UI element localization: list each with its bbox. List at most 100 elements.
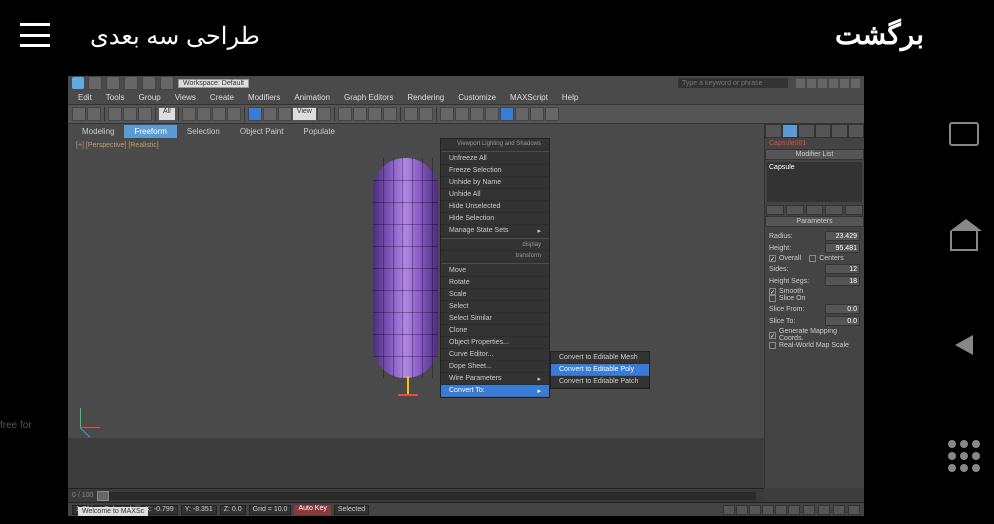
- titlebar-icon[interactable]: [807, 79, 816, 88]
- window-crossing-button[interactable]: [227, 107, 241, 121]
- capsule-object[interactable]: [373, 158, 438, 378]
- ctx-scale[interactable]: Scale: [441, 289, 549, 301]
- sto-input[interactable]: [825, 316, 860, 326]
- sfrom-input[interactable]: [825, 304, 860, 314]
- next-frame-button[interactable]: [762, 505, 774, 515]
- menu-customize[interactable]: Customize: [452, 93, 502, 102]
- tab-objectpaint[interactable]: Object Paint: [230, 125, 294, 138]
- goto-end-button[interactable]: [775, 505, 787, 515]
- prev-frame-button[interactable]: [736, 505, 748, 515]
- sides-input[interactable]: [825, 264, 860, 274]
- titlebar-btn[interactable]: [160, 76, 174, 90]
- link-button[interactable]: [108, 107, 122, 121]
- ctx-freeze-selection[interactable]: Freeze Selection: [441, 165, 549, 177]
- tab-modeling[interactable]: Modeling: [72, 125, 124, 138]
- keymode-dd[interactable]: Selected: [334, 505, 369, 515]
- render-frame-button[interactable]: [530, 107, 544, 121]
- modifier-stack[interactable]: Capsule: [767, 162, 862, 202]
- viewport[interactable]: [+] [Perspective] [Realistic] Viewport L…: [68, 138, 864, 438]
- ctx-unhide-all[interactable]: Unhide All: [441, 189, 549, 201]
- sliceon-check[interactable]: [769, 295, 776, 302]
- ctx-curve-editor[interactable]: Curve Editor...: [441, 349, 549, 361]
- undo-button[interactable]: [72, 107, 86, 121]
- overall-radio[interactable]: [769, 255, 776, 262]
- nav-button[interactable]: [833, 505, 845, 515]
- ctx-clone[interactable]: Clone: [441, 325, 549, 337]
- centers-radio[interactable]: [809, 255, 816, 262]
- curve-editor-button[interactable]: [470, 107, 484, 121]
- parameters-rollout[interactable]: Parameters: [765, 216, 864, 227]
- tab-selection[interactable]: Selection: [177, 125, 230, 138]
- hsegs-input[interactable]: [825, 276, 860, 286]
- goto-start-button[interactable]: [723, 505, 735, 515]
- selection-filter[interactable]: All: [159, 108, 175, 120]
- rotate-button[interactable]: [263, 107, 277, 121]
- menu-create[interactable]: Create: [204, 93, 240, 102]
- coord-system-dd[interactable]: View: [293, 108, 316, 120]
- menu-rendering[interactable]: Rendering: [401, 93, 450, 102]
- genmap-check[interactable]: [769, 332, 776, 339]
- z-coord[interactable]: Z: 0.0: [220, 505, 246, 515]
- smooth-check[interactable]: [769, 288, 776, 295]
- hamburger-icon[interactable]: [20, 23, 50, 47]
- move-button[interactable]: [248, 107, 262, 121]
- select-name-button[interactable]: [197, 107, 211, 121]
- ctx-convert-poly[interactable]: Convert to Editable Poly: [551, 364, 649, 376]
- menu-maxscript[interactable]: MAXScript: [504, 93, 554, 102]
- recents-button[interactable]: [949, 122, 979, 146]
- workspace-dropdown[interactable]: Workspace: Default: [178, 79, 249, 88]
- stack-btn[interactable]: [845, 205, 863, 215]
- play-button[interactable]: [749, 505, 761, 515]
- stack-btn[interactable]: [786, 205, 804, 215]
- viewport-label[interactable]: [+] [Perspective] [Realistic]: [76, 142, 159, 149]
- scale-button[interactable]: [278, 107, 292, 121]
- percent-snap-button[interactable]: [368, 107, 382, 121]
- menu-modifiers[interactable]: Modifiers: [242, 93, 286, 102]
- schematic-button[interactable]: [485, 107, 499, 121]
- material-editor-button[interactable]: [500, 107, 514, 121]
- ctx-select-similar[interactable]: Select Similar: [441, 313, 549, 325]
- ctx-unhide-by-name[interactable]: Unhide by Name: [441, 177, 549, 189]
- titlebar-btn[interactable]: [88, 76, 102, 90]
- ctx-object-properties[interactable]: Object Properties...: [441, 337, 549, 349]
- nav-button[interactable]: [818, 505, 830, 515]
- ctx-select[interactable]: Select: [441, 301, 549, 313]
- menu-dots-icon[interactable]: [948, 440, 980, 472]
- create-tab[interactable]: [765, 124, 782, 138]
- app-logo-icon[interactable]: [72, 77, 84, 89]
- ctx-hide-unselected[interactable]: Hide Unselected: [441, 201, 549, 213]
- menu-tools[interactable]: Tools: [100, 93, 131, 102]
- unlink-button[interactable]: [123, 107, 137, 121]
- titlebar-icon[interactable]: [818, 79, 827, 88]
- hierarchy-tab[interactable]: [798, 124, 815, 138]
- ctx-move[interactable]: Move: [441, 265, 549, 277]
- menu-help[interactable]: Help: [556, 93, 584, 102]
- bind-button[interactable]: [138, 107, 152, 121]
- titlebar-icon[interactable]: [829, 79, 838, 88]
- menu-views[interactable]: Views: [169, 93, 202, 102]
- titlebar-icon[interactable]: [840, 79, 849, 88]
- render-button[interactable]: [545, 107, 559, 121]
- utilities-tab[interactable]: [848, 124, 865, 138]
- redo-button[interactable]: [87, 107, 101, 121]
- align-button[interactable]: [440, 107, 454, 121]
- ctx-dope-sheet[interactable]: Dope Sheet...: [441, 361, 549, 373]
- ctx-unfreeze-all[interactable]: Unfreeze All: [441, 153, 549, 165]
- modify-tab[interactable]: [782, 124, 799, 138]
- time-slider[interactable]: [97, 492, 756, 500]
- stack-btn[interactable]: [766, 205, 784, 215]
- ctx-hide-selection[interactable]: Hide Selection: [441, 213, 549, 225]
- realworld-check[interactable]: [769, 342, 776, 349]
- menu-animation[interactable]: Animation: [288, 93, 336, 102]
- keyfilter-button[interactable]: [788, 505, 800, 515]
- titlebar-icon[interactable]: [851, 79, 860, 88]
- menu-group[interactable]: Group: [132, 93, 166, 102]
- radius-input[interactable]: [825, 231, 860, 241]
- y-coord[interactable]: Y: -8.351: [181, 505, 217, 515]
- ctx-convert-mesh[interactable]: Convert to Editable Mesh: [551, 352, 649, 364]
- titlebar-icon[interactable]: [796, 79, 805, 88]
- nav-button[interactable]: [803, 505, 815, 515]
- titlebar-btn[interactable]: [142, 76, 156, 90]
- layers-button[interactable]: [455, 107, 469, 121]
- nav-button[interactable]: [848, 505, 860, 515]
